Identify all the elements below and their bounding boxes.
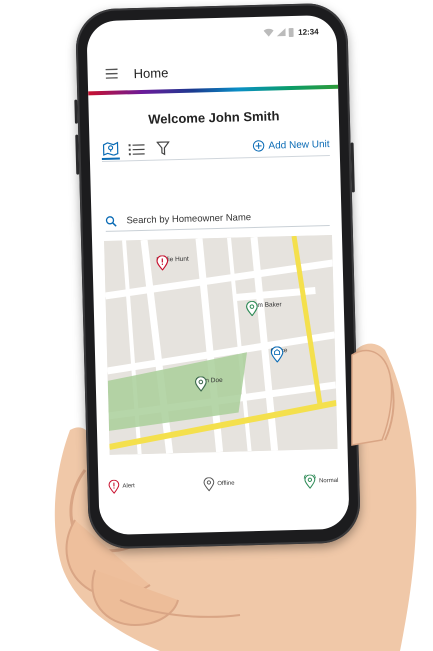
filter-button[interactable] [153, 139, 171, 157]
legend-alert-label: Alert [122, 483, 135, 490]
offline-pin-icon [203, 477, 215, 492]
phone-frame: 12:34 Home Welcome John Smith Add New Un… [74, 2, 362, 550]
legend-offline: Offline [203, 477, 235, 492]
normal-pin-icon [303, 474, 316, 489]
wifi-icon [263, 28, 274, 37]
map-pin-offline[interactable]: John Doe [195, 376, 223, 392]
legend-normal: Normal [303, 474, 339, 489]
view-toolbar: Add New Unit [101, 133, 330, 162]
offline-pin-icon [195, 376, 207, 392]
status-bar: 12:34 [263, 25, 319, 38]
legend-alert: Alert [108, 479, 135, 494]
phone-side-button [75, 134, 80, 175]
map-streets [104, 235, 338, 455]
map-pin-alert[interactable]: Leslie Hunt [156, 255, 189, 271]
hamburger-menu-icon[interactable] [105, 67, 119, 81]
battery-icon [288, 27, 294, 37]
search-bar [105, 205, 330, 232]
status-icons [263, 27, 294, 37]
search-icon [105, 215, 117, 227]
alert-pin-icon [108, 479, 120, 494]
map-view[interactable]: Leslie Hunt Adam Baker Office [104, 235, 338, 455]
normal-pin-icon [246, 300, 258, 317]
signal-icon [276, 28, 286, 37]
map-view-tab[interactable] [101, 139, 120, 160]
map-pin-normal[interactable]: Adam Baker [246, 300, 282, 317]
welcome-message: Welcome John Smith [148, 108, 280, 127]
phone-side-button [74, 99, 78, 124]
map-icon [102, 141, 119, 156]
alert-pin-icon [156, 255, 169, 271]
office-pin-icon [270, 346, 284, 363]
status-time: 12:34 [298, 26, 319, 37]
list-icon [128, 143, 145, 155]
phone-screen: 12:34 Home Welcome John Smith Add New Un… [86, 14, 350, 536]
legend-normal-label: Normal [318, 477, 339, 485]
page-title: Home [133, 64, 169, 81]
plus-circle-icon [252, 140, 265, 152]
search-input[interactable] [124, 208, 319, 227]
map-pin-office[interactable]: Office [270, 346, 288, 363]
add-new-unit-button[interactable]: Add New Unit [252, 138, 330, 152]
legend-offline-label: Offline [217, 480, 235, 488]
list-view-tab[interactable] [127, 140, 145, 158]
filter-icon [155, 141, 170, 156]
map-legend: Alert Offline Normal [108, 471, 338, 497]
add-new-unit-label: Add New Unit [268, 138, 330, 152]
